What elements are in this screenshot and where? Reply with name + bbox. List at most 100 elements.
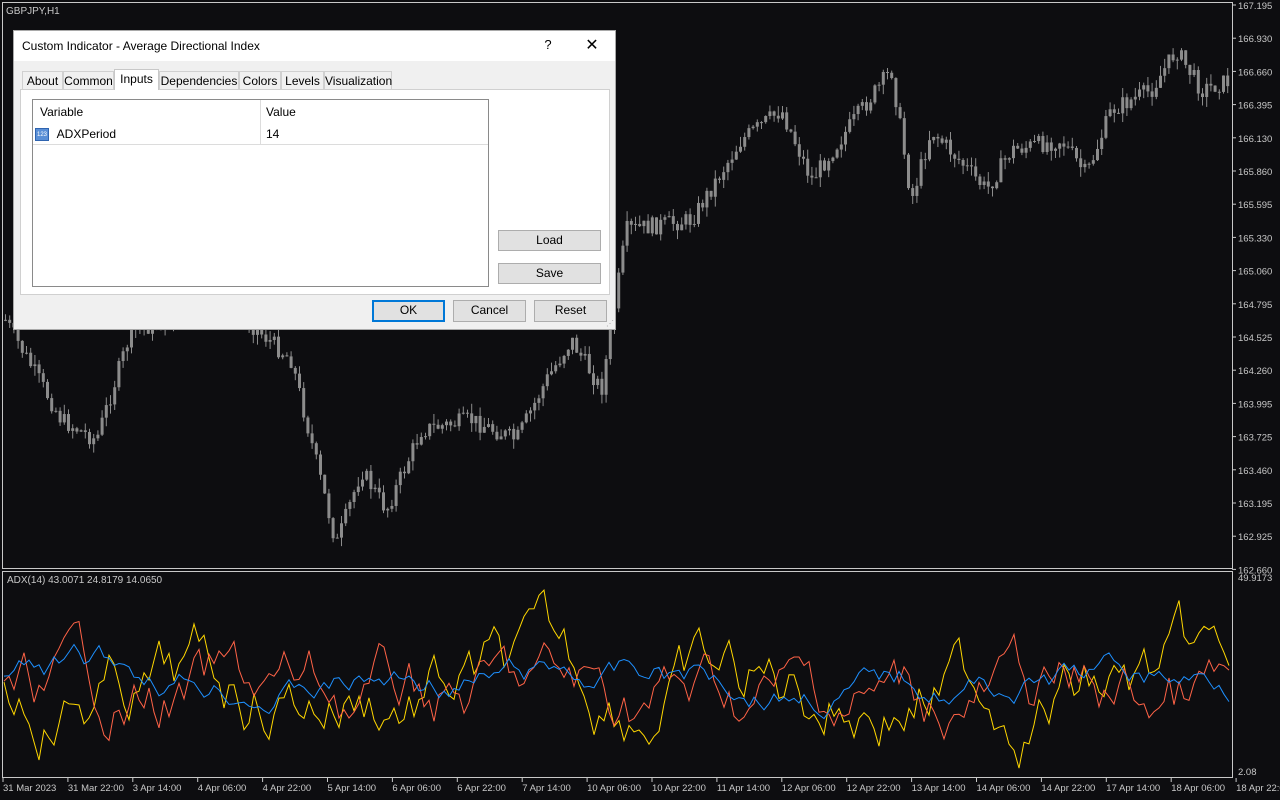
column-header-value[interactable]: Value: [266, 100, 486, 124]
indicator-dialog: Custom Indicator - Average Directional I…: [13, 30, 616, 330]
tab-dependencies[interactable]: Dependencies: [159, 71, 239, 89]
candle-body: [1146, 85, 1150, 92]
candle-body: [1184, 50, 1188, 65]
candle-body: [449, 421, 453, 426]
candle-body: [1037, 136, 1041, 142]
candle-body: [344, 508, 348, 524]
candle-body: [352, 492, 356, 503]
candle-body: [1045, 142, 1049, 153]
candle-body: [667, 216, 671, 218]
candle-body: [877, 84, 881, 86]
tab-inputs[interactable]: Inputs: [114, 69, 159, 90]
candle-body: [407, 461, 411, 474]
candle-body: [478, 415, 482, 433]
candle-body: [58, 410, 62, 423]
candle-body: [277, 336, 280, 358]
candle-body: [50, 398, 54, 412]
candle-body: [310, 433, 314, 444]
variable-value-field[interactable]: 14: [266, 124, 486, 144]
candle-body: [970, 165, 973, 167]
help-button[interactable]: ?: [536, 37, 560, 55]
close-button[interactable]: ✕: [580, 34, 604, 58]
candle-body: [1054, 148, 1057, 151]
candle-body: [936, 136, 940, 139]
inputs-grid[interactable]: Variable Value 123 ADXPeriod 14: [32, 99, 489, 287]
candle-body: [604, 359, 608, 395]
tab-common[interactable]: Common: [63, 71, 114, 89]
candle-body: [1007, 158, 1011, 160]
candle-body: [54, 410, 58, 412]
candle-body: [739, 146, 742, 152]
candle-body: [1201, 93, 1204, 98]
candle-body: [348, 502, 352, 509]
candle-body: [37, 364, 41, 374]
load-button[interactable]: Load: [498, 230, 601, 251]
candle-body: [432, 423, 436, 425]
candle-body: [839, 144, 843, 150]
tab-colors[interactable]: Colors: [239, 71, 281, 89]
ok-button[interactable]: OK: [372, 300, 445, 322]
candle-body: [709, 190, 713, 197]
candle-body: [1222, 75, 1225, 92]
candle-body: [335, 537, 339, 539]
candle-body: [730, 159, 734, 163]
time-axis-label: 12 Apr 22:00: [847, 783, 901, 794]
candle-body: [491, 424, 495, 432]
cancel-button[interactable]: Cancel: [453, 300, 526, 322]
candle-body: [1012, 145, 1015, 159]
candle-body: [726, 162, 730, 173]
candle-body: [428, 423, 432, 437]
tab-about[interactable]: About: [22, 71, 63, 89]
candle-body: [986, 181, 990, 187]
price-axis-label: 166.130: [1238, 134, 1272, 145]
candle-body: [999, 158, 1003, 183]
candle-body: [1003, 158, 1007, 160]
candle-body: [314, 443, 318, 455]
candle-body: [75, 428, 79, 432]
price-axis-label: 164.260: [1238, 366, 1272, 377]
candle-body: [608, 327, 612, 360]
candle-body: [995, 182, 999, 189]
price-axis-label: 165.330: [1238, 233, 1272, 244]
candle-body: [361, 479, 364, 487]
candle-body: [684, 214, 688, 225]
candle-body: [1091, 160, 1095, 164]
candle-body: [1138, 89, 1141, 97]
candle-body: [743, 137, 747, 147]
candle-body: [550, 371, 553, 375]
candle-body: [1175, 59, 1179, 61]
candle-body: [1167, 54, 1171, 69]
candle-body: [71, 428, 75, 431]
column-header-variable[interactable]: Variable: [40, 100, 260, 124]
candle-body: [1087, 163, 1091, 165]
candle-body: [8, 319, 12, 323]
candle-body: [625, 220, 629, 246]
candle-body: [823, 160, 826, 171]
candle-body: [1125, 97, 1129, 109]
candle-body: [419, 437, 423, 445]
variable-name: ADXPeriod: [56, 127, 117, 141]
candle-body: [365, 470, 369, 480]
candle-body: [856, 105, 860, 115]
time-axis-label: 14 Apr 22:00: [1041, 783, 1095, 794]
save-button[interactable]: Save: [498, 263, 601, 284]
candle-body: [1062, 143, 1066, 147]
table-row[interactable]: 123 ADXPeriod: [35, 124, 259, 144]
candle-body: [1226, 75, 1230, 87]
candle-body: [827, 161, 831, 171]
tab-levels[interactable]: Levels: [281, 71, 324, 89]
resize-grip-icon[interactable]: ⋰: [606, 320, 614, 328]
candle-body: [1209, 83, 1213, 86]
candle-body: [915, 185, 919, 196]
price-axis-label: 164.525: [1238, 333, 1272, 344]
candle-body: [382, 492, 385, 511]
dialog-titlebar[interactable]: Custom Indicator - Average Directional I…: [14, 31, 615, 61]
tab-visualization[interactable]: Visualization: [324, 71, 392, 89]
reset-button[interactable]: Reset: [534, 300, 607, 322]
candle-body: [440, 425, 444, 429]
candle-body: [831, 157, 835, 162]
price-axis-label: 164.795: [1238, 300, 1272, 311]
candle-body: [298, 373, 301, 389]
candle-body: [781, 112, 784, 119]
candle-body: [293, 367, 297, 374]
